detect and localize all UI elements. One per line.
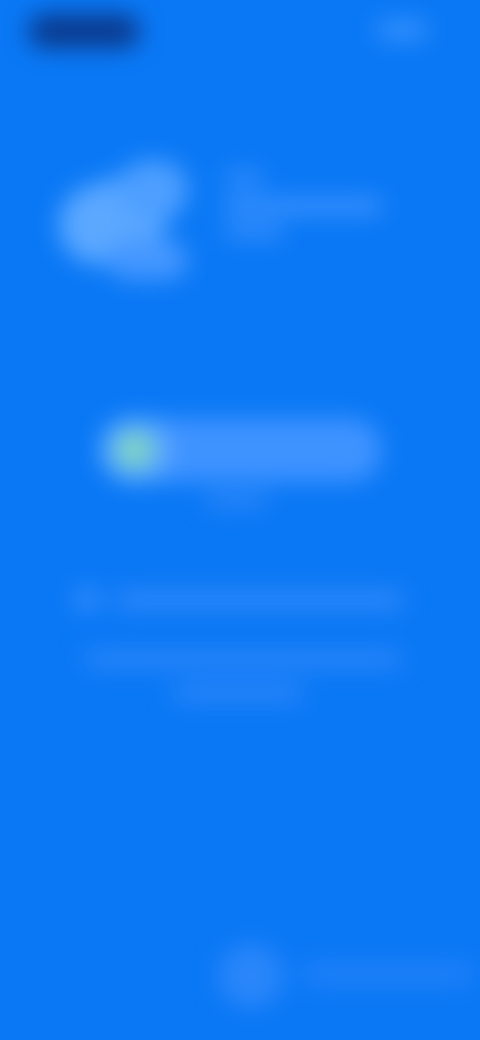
loading-progress-bar xyxy=(100,418,382,482)
loading-screen xyxy=(0,0,480,1040)
progress-caption xyxy=(206,494,268,508)
brand-text-line xyxy=(224,198,382,214)
progress-indicator-icon xyxy=(116,432,152,468)
info-icon xyxy=(74,588,100,610)
back-pill-icon[interactable] xyxy=(28,14,140,48)
brand-logo-icon xyxy=(48,160,208,280)
blurred-content xyxy=(0,0,480,1040)
info-text xyxy=(114,590,404,610)
logo-part xyxy=(118,160,188,220)
info-row xyxy=(74,584,404,614)
description-line xyxy=(84,650,402,668)
brand-text-line xyxy=(224,226,284,238)
more-icon[interactable] xyxy=(376,20,428,40)
brand-text-line xyxy=(224,172,264,184)
footer-logo-icon xyxy=(218,944,284,1008)
description-line xyxy=(172,684,304,702)
footer-text xyxy=(300,962,476,986)
logo-part xyxy=(108,240,188,280)
